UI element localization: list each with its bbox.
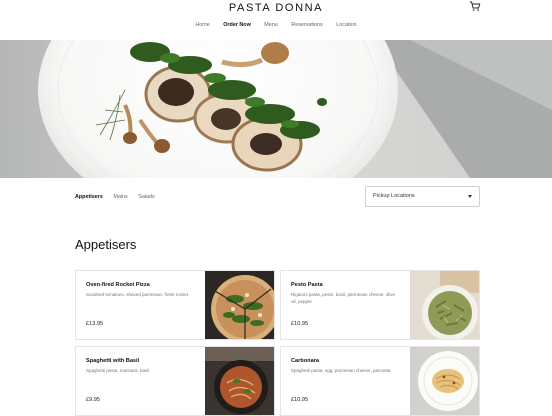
cart-icon[interactable] [469, 0, 481, 12]
pesto-pasta-photo [410, 271, 479, 339]
select-value: Pickup Locations [373, 193, 415, 199]
spaghetti-photo [205, 347, 274, 415]
item-price: £10.95 [291, 321, 309, 327]
pickup-location-select[interactable]: Pickup Locations [365, 186, 480, 207]
item-description: Rigatoni pasta, pesto, basil, parmesan c… [291, 292, 396, 304]
menu-card-spaghetti-basil[interactable]: Spaghetti with Basil Spaghetti pasta, ma… [75, 346, 275, 416]
menu-card-rocket-pizza[interactable]: Oven-fired Rocket Pizza Sundried tomatoe… [75, 270, 275, 340]
item-name: Spaghetti with Basil [86, 358, 140, 364]
item-description: Spaghetti pasta, marinara, basil [86, 368, 150, 373]
section-title: Appetisers [75, 237, 137, 252]
item-name: Carbonara [291, 358, 319, 364]
nav-order-now[interactable]: Order Now [223, 22, 251, 28]
item-description: Sundried tomatoes, shaved parmesan, fres… [86, 292, 189, 297]
item-name: Pesto Pasta [291, 282, 323, 288]
item-price: £13.95 [86, 321, 104, 327]
menu-card-pesto-pasta[interactable]: Pesto Pasta Rigatoni pasta, pesto, basil… [280, 270, 480, 340]
item-price: £9.95 [86, 397, 100, 403]
item-price: £10.95 [291, 397, 309, 403]
nav-reservations[interactable]: Reservations [291, 22, 322, 28]
pizza-photo [205, 271, 274, 339]
nav-menu[interactable]: Menu [264, 22, 278, 28]
main-nav: Home Order Now Menu Reservations Locatio… [0, 22, 552, 28]
hero-image [0, 40, 552, 178]
nav-location[interactable]: Location [336, 22, 356, 28]
site-header: PASTA DONNA Home Order Now Menu Reservat… [0, 0, 552, 40]
carbonara-photo [410, 347, 479, 415]
tab-salads[interactable]: Salads [138, 194, 154, 200]
item-description: Spaghetti pasta, egg, parmesan cheese, p… [291, 368, 391, 373]
nav-home[interactable]: Home [195, 22, 209, 28]
category-tabs: Appetisers Mains Salads [75, 194, 164, 200]
item-name: Oven-fired Rocket Pizza [86, 282, 150, 288]
hero-dish-illustration [38, 40, 552, 178]
tab-appetisers[interactable]: Appetisers [75, 194, 103, 200]
tab-mains[interactable]: Mains [113, 194, 127, 200]
chevron-down-icon [468, 195, 472, 198]
menu-card-carbonara[interactable]: Carbonara Spaghetti pasta, egg, parmesan… [280, 346, 480, 416]
